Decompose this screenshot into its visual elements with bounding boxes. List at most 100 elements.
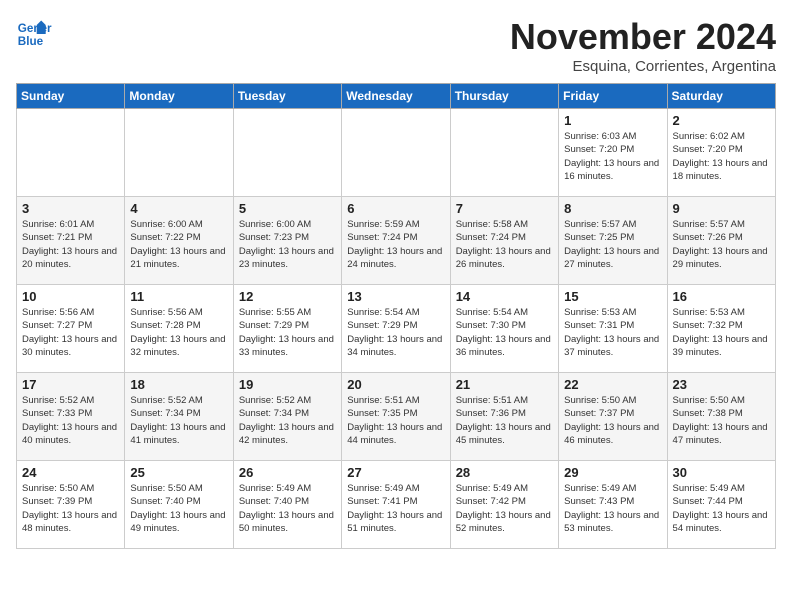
day-number: 12 bbox=[239, 289, 336, 304]
table-row: 6 Sunrise: 5:59 AM Sunset: 7:24 PM Daylig… bbox=[342, 197, 450, 285]
day-number: 20 bbox=[347, 377, 444, 392]
day-info: Sunrise: 5:49 AM Sunset: 7:43 PM Dayligh… bbox=[564, 482, 661, 535]
day-number: 26 bbox=[239, 465, 336, 480]
day-info: Sunrise: 5:53 AM Sunset: 7:31 PM Dayligh… bbox=[564, 306, 661, 359]
day-info: Sunrise: 6:02 AM Sunset: 7:20 PM Dayligh… bbox=[673, 130, 770, 183]
day-info: Sunrise: 5:57 AM Sunset: 7:26 PM Dayligh… bbox=[673, 218, 770, 271]
logo: General Blue bbox=[16, 16, 52, 52]
day-number: 17 bbox=[22, 377, 119, 392]
table-row: 3 Sunrise: 6:01 AM Sunset: 7:21 PM Daylig… bbox=[17, 197, 125, 285]
calendar-week-row: 3 Sunrise: 6:01 AM Sunset: 7:21 PM Daylig… bbox=[17, 197, 776, 285]
calendar-week-row: 24Sunrise: 5:50 AM Sunset: 7:39 PM Dayli… bbox=[17, 461, 776, 549]
table-row bbox=[450, 109, 558, 197]
day-number: 8 bbox=[564, 201, 661, 216]
calendar-subtitle: Esquina, Corrientes, Argentina bbox=[510, 58, 776, 75]
day-info: Sunrise: 5:51 AM Sunset: 7:36 PM Dayligh… bbox=[456, 394, 553, 447]
day-info: Sunrise: 5:59 AM Sunset: 7:24 PM Dayligh… bbox=[347, 218, 444, 271]
day-info: Sunrise: 5:50 AM Sunset: 7:37 PM Dayligh… bbox=[564, 394, 661, 447]
day-number: 14 bbox=[456, 289, 553, 304]
calendar-week-row: 10 Sunrise: 5:56 AM Sunset: 7:27 PM Dayli… bbox=[17, 285, 776, 373]
day-info: Sunrise: 6:03 AM Sunset: 7:20 PM Dayligh… bbox=[564, 130, 661, 183]
day-info: Sunrise: 5:57 AM Sunset: 7:25 PM Dayligh… bbox=[564, 218, 661, 271]
day-number: 15 bbox=[564, 289, 661, 304]
day-info: Sunrise: 5:49 AM Sunset: 7:42 PM Dayligh… bbox=[456, 482, 553, 535]
table-row: 8 Sunrise: 5:57 AM Sunset: 7:25 PM Daylig… bbox=[559, 197, 667, 285]
day-info: Sunrise: 5:54 AM Sunset: 7:29 PM Dayligh… bbox=[347, 306, 444, 359]
day-number: 1 bbox=[564, 113, 661, 128]
day-number: 11 bbox=[130, 289, 227, 304]
day-number: 19 bbox=[239, 377, 336, 392]
table-row: 5Sunrise: 6:00 AM Sunset: 7:23 PM Daylig… bbox=[233, 197, 341, 285]
table-row: 1 Sunrise: 6:03 AM Sunset: 7:20 PM Daylig… bbox=[559, 109, 667, 197]
day-info: Sunrise: 5:50 AM Sunset: 7:38 PM Dayligh… bbox=[673, 394, 770, 447]
svg-text:General: General bbox=[18, 22, 52, 35]
day-number: 16 bbox=[673, 289, 770, 304]
day-number: 2 bbox=[673, 113, 770, 128]
day-number: 7 bbox=[456, 201, 553, 216]
day-info: Sunrise: 5:56 AM Sunset: 7:28 PM Dayligh… bbox=[130, 306, 227, 359]
table-row: 15 Sunrise: 5:53 AM Sunset: 7:31 PM Dayli… bbox=[559, 285, 667, 373]
table-row: 9Sunrise: 5:57 AM Sunset: 7:26 PM Daylig… bbox=[667, 197, 775, 285]
table-row: 29 Sunrise: 5:49 AM Sunset: 7:43 PM Dayli… bbox=[559, 461, 667, 549]
calendar-header-row: Sunday Monday Tuesday Wednesday Thursday… bbox=[17, 84, 776, 109]
day-info: Sunrise: 5:52 AM Sunset: 7:33 PM Dayligh… bbox=[22, 394, 119, 447]
table-row: 27 Sunrise: 5:49 AM Sunset: 7:41 PM Dayli… bbox=[342, 461, 450, 549]
table-row: 10 Sunrise: 5:56 AM Sunset: 7:27 PM Dayli… bbox=[17, 285, 125, 373]
day-info: Sunrise: 5:54 AM Sunset: 7:30 PM Dayligh… bbox=[456, 306, 553, 359]
day-info: Sunrise: 6:01 AM Sunset: 7:21 PM Dayligh… bbox=[22, 218, 119, 271]
table-row bbox=[17, 109, 125, 197]
day-number: 21 bbox=[456, 377, 553, 392]
table-row: 14 Sunrise: 5:54 AM Sunset: 7:30 PM Dayli… bbox=[450, 285, 558, 373]
day-info: Sunrise: 5:49 AM Sunset: 7:44 PM Dayligh… bbox=[673, 482, 770, 535]
calendar-title: November 2024 bbox=[510, 16, 776, 58]
day-info: Sunrise: 5:52 AM Sunset: 7:34 PM Dayligh… bbox=[239, 394, 336, 447]
title-block: November 2024 Esquina, Corrientes, Argen… bbox=[510, 16, 776, 75]
svg-text:Blue: Blue bbox=[18, 35, 44, 48]
table-row: 2 Sunrise: 6:02 AM Sunset: 7:20 PM Daylig… bbox=[667, 109, 775, 197]
day-number: 27 bbox=[347, 465, 444, 480]
day-number: 18 bbox=[130, 377, 227, 392]
day-number: 4 bbox=[130, 201, 227, 216]
table-row: 28 Sunrise: 5:49 AM Sunset: 7:42 PM Dayli… bbox=[450, 461, 558, 549]
table-row: 7 Sunrise: 5:58 AM Sunset: 7:24 PM Daylig… bbox=[450, 197, 558, 285]
table-row bbox=[233, 109, 341, 197]
header-wednesday: Wednesday bbox=[342, 84, 450, 109]
day-info: Sunrise: 5:56 AM Sunset: 7:27 PM Dayligh… bbox=[22, 306, 119, 359]
table-row: 25Sunrise: 5:50 AM Sunset: 7:40 PM Dayli… bbox=[125, 461, 233, 549]
day-number: 28 bbox=[456, 465, 553, 480]
day-number: 30 bbox=[673, 465, 770, 480]
day-number: 25 bbox=[130, 465, 227, 480]
table-row: 30 Sunrise: 5:49 AM Sunset: 7:44 PM Dayli… bbox=[667, 461, 775, 549]
header-tuesday: Tuesday bbox=[233, 84, 341, 109]
header-saturday: Saturday bbox=[667, 84, 775, 109]
header-monday: Monday bbox=[125, 84, 233, 109]
day-info: Sunrise: 5:53 AM Sunset: 7:32 PM Dayligh… bbox=[673, 306, 770, 359]
day-number: 23 bbox=[673, 377, 770, 392]
table-row: 4Sunrise: 6:00 AM Sunset: 7:22 PM Daylig… bbox=[125, 197, 233, 285]
day-info: Sunrise: 5:52 AM Sunset: 7:34 PM Dayligh… bbox=[130, 394, 227, 447]
table-row: 26 Sunrise: 5:49 AM Sunset: 7:40 PM Dayli… bbox=[233, 461, 341, 549]
logo-icon: General Blue bbox=[16, 16, 52, 52]
table-row: 22Sunrise: 5:50 AM Sunset: 7:37 PM Dayli… bbox=[559, 373, 667, 461]
day-info: Sunrise: 5:58 AM Sunset: 7:24 PM Dayligh… bbox=[456, 218, 553, 271]
table-row bbox=[342, 109, 450, 197]
header-sunday: Sunday bbox=[17, 84, 125, 109]
day-number: 6 bbox=[347, 201, 444, 216]
day-number: 3 bbox=[22, 201, 119, 216]
header-thursday: Thursday bbox=[450, 84, 558, 109]
table-row: 20 Sunrise: 5:51 AM Sunset: 7:35 PM Dayli… bbox=[342, 373, 450, 461]
day-number: 10 bbox=[22, 289, 119, 304]
table-row: 17 Sunrise: 5:52 AM Sunset: 7:33 PM Dayli… bbox=[17, 373, 125, 461]
table-row: 21 Sunrise: 5:51 AM Sunset: 7:36 PM Dayli… bbox=[450, 373, 558, 461]
day-number: 29 bbox=[564, 465, 661, 480]
table-row: 16 Sunrise: 5:53 AM Sunset: 7:32 PM Dayli… bbox=[667, 285, 775, 373]
day-info: Sunrise: 6:00 AM Sunset: 7:23 PM Dayligh… bbox=[239, 218, 336, 271]
day-info: Sunrise: 5:49 AM Sunset: 7:40 PM Dayligh… bbox=[239, 482, 336, 535]
day-info: Sunrise: 5:51 AM Sunset: 7:35 PM Dayligh… bbox=[347, 394, 444, 447]
calendar-week-row: 1 Sunrise: 6:03 AM Sunset: 7:20 PM Daylig… bbox=[17, 109, 776, 197]
calendar-week-row: 17 Sunrise: 5:52 AM Sunset: 7:33 PM Dayli… bbox=[17, 373, 776, 461]
table-row: 19 Sunrise: 5:52 AM Sunset: 7:34 PM Dayli… bbox=[233, 373, 341, 461]
table-row: 23 Sunrise: 5:50 AM Sunset: 7:38 PM Dayli… bbox=[667, 373, 775, 461]
table-row: 13Sunrise: 5:54 AM Sunset: 7:29 PM Dayli… bbox=[342, 285, 450, 373]
day-info: Sunrise: 5:49 AM Sunset: 7:41 PM Dayligh… bbox=[347, 482, 444, 535]
